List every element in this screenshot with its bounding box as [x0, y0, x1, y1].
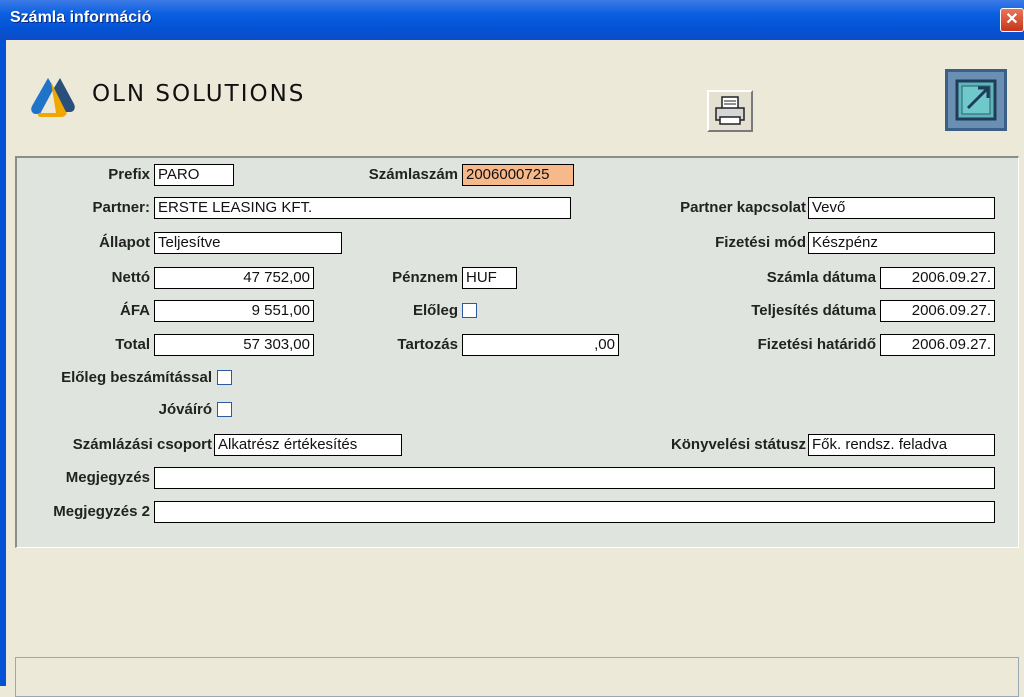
teljesites-datuma-label: Teljesítés dátuma — [751, 302, 876, 319]
tartozas-field[interactable]: ,00 — [462, 334, 619, 356]
total-field[interactable]: 57 303,00 — [154, 334, 314, 356]
exit-icon — [955, 79, 997, 121]
konyvelesi-statusz-field[interactable]: Fők. rendsz. feladva — [808, 434, 995, 456]
partner-field[interactable]: ERSTE LEASING KFT. — [154, 197, 571, 219]
teljesites-datuma-field[interactable]: 2006.09.27. — [880, 300, 995, 322]
szamla-datuma-label: Számla dátuma — [766, 269, 876, 286]
close-button[interactable]: ✕ — [1000, 8, 1024, 32]
total-label: Total — [115, 336, 150, 353]
konyvelesi-statusz-label: Könyvelési státusz — [670, 436, 806, 453]
megjegyzes-label: Megjegyzés — [65, 469, 150, 486]
fizetesi-hatarido-field[interactable]: 2006.09.27. — [880, 334, 995, 356]
partner-kapcsolat-label: Partner kapcsolat — [680, 199, 806, 216]
window-title: Számla információ — [10, 9, 152, 26]
printer-icon — [715, 96, 745, 125]
print-button[interactable] — [707, 90, 753, 132]
szamlazasi-csoport-field[interactable]: Alkatrész értékesítés — [214, 434, 402, 456]
logo-text: OLN SOLUTIONS — [92, 81, 306, 107]
eloleg-beszamitassal-checkbox[interactable] — [217, 370, 232, 385]
allapot-field[interactable]: Teljesítve — [154, 232, 342, 254]
netto-field[interactable]: 47 752,00 — [154, 267, 314, 289]
penznem-label: Pénznem — [392, 269, 458, 286]
title-bar: Számla információ ✕ — [0, 0, 1024, 40]
tartozas-label: Tartozás — [397, 336, 458, 353]
eloleg-checkbox[interactable] — [462, 303, 477, 318]
szamlaszam-label: Számlaszám — [368, 166, 458, 183]
prefix-field[interactable]: PARO — [154, 164, 234, 186]
jovairo-checkbox[interactable] — [217, 402, 232, 417]
allapot-label: Állapot — [99, 234, 150, 251]
jovairo-label: Jóváíró — [158, 401, 212, 418]
company-logo — [31, 78, 75, 117]
eloleg-label: Előleg — [412, 302, 458, 319]
prefix-label: Prefix — [108, 166, 150, 183]
afa-label: ÁFA — [120, 302, 150, 319]
megjegyzes2-label: Megjegyzés 2 — [53, 503, 150, 520]
megjegyzes-field[interactable] — [154, 467, 995, 489]
eloleg-beszamitassal-label: Előleg beszámítással — [61, 369, 212, 386]
szamlaszam-field[interactable]: 2006000725 — [462, 164, 574, 186]
partner-kapcsolat-field[interactable]: Vevő — [808, 197, 995, 219]
megjegyzes2-field[interactable] — [154, 501, 995, 523]
fizetesi-mod-label: Fizetési mód — [715, 234, 806, 251]
szamla-datuma-field[interactable]: 2006.09.27. — [880, 267, 995, 289]
fizetesi-mod-field[interactable]: Készpénz — [808, 232, 995, 254]
afa-field[interactable]: 9 551,00 — [154, 300, 314, 322]
status-area — [15, 657, 1019, 697]
netto-label: Nettó — [111, 269, 150, 286]
exit-button[interactable] — [945, 69, 1007, 131]
partner-label: Partner: — [92, 199, 150, 216]
penznem-field[interactable]: HUF — [462, 267, 517, 289]
fizetesi-hatarido-label: Fizetési határidő — [757, 336, 876, 353]
szamlazasi-csoport-label: Számlázási csoport — [72, 436, 212, 453]
